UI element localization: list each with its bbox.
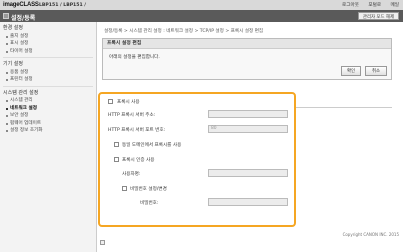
sidebar-item[interactable]: 프린터 설정 (0, 76, 96, 84)
username-field[interactable] (208, 169, 288, 177)
top-bar: imageCLASS LBP151 / LBP151 / 로그아웃 포털로 메일 (0, 0, 403, 10)
sidebar-section-device: 기기 설정 용품 설정 프린터 설정 (0, 61, 96, 84)
password-label: 비밀번호: (140, 201, 159, 206)
admin-mode-button[interactable]: 관리자 모드 해제 (357, 12, 399, 20)
settings-icon (3, 13, 9, 19)
proxy-auth-checkbox[interactable] (114, 157, 119, 162)
use-proxy-checkbox[interactable] (108, 99, 113, 104)
title-bar: 설정/등록 관리자 모드 해제 (0, 10, 403, 22)
divider (3, 85, 93, 87)
sidebar-item[interactable]: 출지 설정 (0, 33, 96, 41)
http-proxy-address-field[interactable] (208, 110, 288, 118)
sidebar-head[interactable]: 시스템 관리 설정 (0, 90, 96, 98)
sidebar-item[interactable]: 타이머 설정 (0, 48, 96, 56)
same-domain-label: 동일 도메인에서 프록시를 사용 (122, 143, 182, 148)
proxy-settings-box: 프록시 사용 HTTP 프록시 서버 주소: HTTP 프록시 서버 포트 번호… (98, 92, 296, 227)
page-top-icon[interactable] (100, 240, 105, 245)
ok-button[interactable]: 확인 (341, 66, 361, 76)
sidebar-head[interactable]: 환경 설정 (0, 25, 96, 33)
proxy-auth-label: 프록시 인증 사용 (122, 158, 155, 163)
sidebar-item[interactable]: 보안 설정 (0, 112, 96, 120)
http-proxy-port-label: HTTP 프록시 서버 포트 번호: (108, 128, 166, 133)
model-name: LBP151 / LBP151 / (39, 2, 86, 8)
brand-logo: imageCLASS (3, 2, 39, 8)
use-proxy-label: 프록시 사용 (117, 100, 140, 105)
sidebar-item[interactable]: 펌웨어 업데이트 (0, 120, 96, 128)
sidebar-section-preferences: 환경 설정 출지 설정 표시 설정 타이머 설정 (0, 25, 96, 55)
http-proxy-address-label: HTTP 프록시 서버 주소: (108, 113, 156, 118)
divider (3, 57, 93, 58)
top-link-logout[interactable]: 로그아웃 (342, 3, 359, 8)
top-link-portal[interactable]: 포털로 (368, 3, 381, 8)
copyright: Copyright CANON INC. 2015 (342, 232, 399, 237)
sidebar-item[interactable]: 용품 설정 (0, 69, 96, 77)
top-links: 로그아웃 포털로 메일 (334, 2, 399, 8)
sidebar-item[interactable]: 시스템 관리 (0, 97, 96, 105)
set-password-label: 비밀번호 설정/변경 (130, 187, 167, 192)
sidebar-head[interactable]: 기기 설정 (0, 61, 96, 69)
sidebar-item[interactable]: 표시 설정 (0, 40, 96, 48)
sidebar-item-network[interactable]: 네트워크 설정 (0, 105, 96, 113)
top-link-mail[interactable]: 메일 (391, 3, 399, 8)
same-domain-checkbox[interactable] (114, 142, 119, 147)
panel-message: 아래의 설정을 편집합니다. (109, 55, 160, 60)
edit-panel: 프록시 설정 편집 아래의 설정을 편집합니다. 확인 취소 (102, 38, 392, 80)
set-password-checkbox[interactable] (122, 186, 127, 191)
sidebar-item[interactable]: 설정 정보 초기화 (0, 127, 96, 135)
sidebar: 환경 설정 출지 설정 표시 설정 타이머 설정 기기 설정 용품 설정 프린터… (0, 22, 97, 252)
breadcrumb: 설정/등록 > 시스템 관리 설정 : 네트워크 설정 > TCP/IP 설정 … (104, 29, 264, 34)
password-field[interactable] (208, 198, 288, 206)
cancel-button[interactable]: 취소 (365, 66, 387, 76)
http-proxy-port-field[interactable]: 80 (208, 125, 288, 133)
page-title: 설정/등록 (11, 14, 36, 22)
panel-title: 프록시 설정 편집 (103, 39, 391, 49)
sidebar-section-system: 시스템 관리 설정 시스템 관리 네트워크 설정 보안 설정 펌웨어 업데이트 … (0, 90, 96, 135)
username-label: 사용자명: (122, 172, 141, 177)
